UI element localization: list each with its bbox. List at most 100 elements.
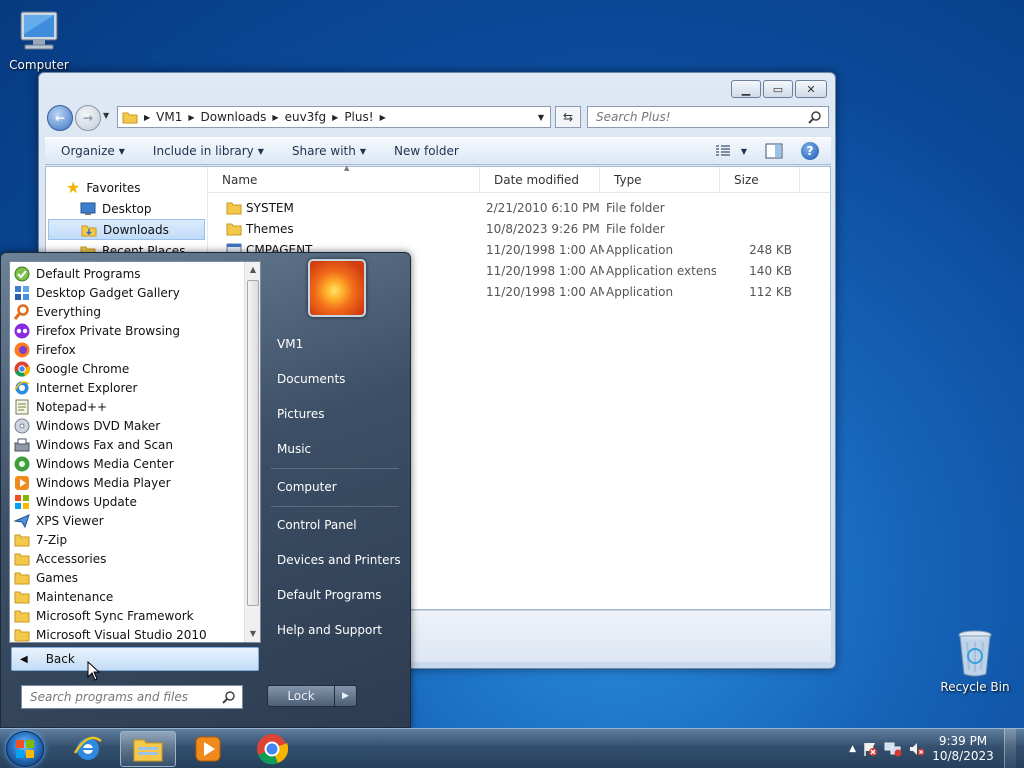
start-search-input[interactable]: Search programs and files: [21, 685, 243, 709]
column-size[interactable]: Size: [720, 167, 800, 193]
minimize-button[interactable]: ▁: [731, 80, 761, 98]
change-view-button[interactable]: ▼: [715, 145, 747, 157]
search-input[interactable]: Search Plus!: [587, 106, 829, 128]
program-item[interactable]: Games: [10, 568, 260, 587]
start-link-computer[interactable]: Computer: [267, 472, 401, 502]
back-button[interactable]: ◀ Back: [11, 647, 259, 671]
explorer-folder-icon: [133, 739, 163, 762]
desktop-icon-computer[interactable]: Computer: [4, 8, 74, 72]
scroll-down-icon[interactable]: ▼: [245, 626, 261, 642]
close-button[interactable]: ✕: [795, 80, 827, 98]
nav-desktop-label: Desktop: [102, 201, 152, 216]
start-link-documents[interactable]: Documents: [267, 364, 401, 394]
taskbar-internet-explorer[interactable]: [60, 731, 116, 767]
forward-button[interactable]: →: [75, 105, 101, 131]
program-label: Microsoft Sync Framework: [36, 608, 194, 623]
start-link-devices-printers[interactable]: Devices and Printers: [267, 545, 401, 575]
start-link-default-programs[interactable]: Default Programs: [267, 580, 401, 610]
program-item[interactable]: Microsoft Sync Framework: [10, 606, 260, 625]
recent-pages-dropdown[interactable]: ▼: [103, 111, 109, 120]
downloads-folder-icon: [81, 225, 97, 236]
program-item[interactable]: Internet Explorer: [10, 378, 260, 397]
scroll-up-icon[interactable]: ▲: [245, 262, 261, 278]
back-button[interactable]: ←: [47, 105, 73, 131]
column-type[interactable]: Type: [600, 167, 720, 193]
organize-button[interactable]: Organize ▼: [45, 144, 139, 158]
user-picture[interactable]: [308, 259, 366, 317]
media-player-icon: [195, 736, 221, 762]
action-center-flag-icon[interactable]: [862, 741, 878, 757]
program-item[interactable]: Firefox Private Browsing: [10, 321, 260, 340]
program-label: Internet Explorer: [36, 380, 138, 395]
show-desktop-button[interactable]: [1004, 729, 1016, 768]
program-item[interactable]: Windows Media Player: [10, 473, 260, 492]
restore-button[interactable]: ▭: [763, 80, 793, 98]
start-link-control-panel[interactable]: Control Panel: [267, 510, 401, 540]
network-icon[interactable]: [884, 741, 902, 757]
shutdown-options-button[interactable]: ▶: [335, 685, 357, 707]
taskbar-google-chrome[interactable]: [244, 731, 300, 767]
program-item[interactable]: Windows Update: [10, 492, 260, 511]
clock-time: 9:39 PM: [938, 734, 988, 748]
program-item[interactable]: Notepad++: [10, 397, 260, 416]
program-item[interactable]: Firefox: [10, 340, 260, 359]
dvd-icon: [14, 418, 30, 434]
computer-icon: [20, 11, 58, 50]
nav-desktop[interactable]: Desktop: [46, 198, 207, 219]
program-label: Firefox Private Browsing: [36, 323, 181, 338]
program-item[interactable]: Windows DVD Maker: [10, 416, 260, 435]
file-date: 10/8/2023 9:26 PM: [486, 222, 600, 236]
start-link-pictures[interactable]: Pictures: [267, 399, 401, 429]
preview-pane-button[interactable]: [765, 143, 783, 159]
start-link-music[interactable]: Music: [267, 434, 401, 464]
program-item[interactable]: Microsoft Visual Studio 2010: [10, 625, 260, 644]
include-in-library-button[interactable]: Include in library ▼: [139, 144, 278, 158]
program-item[interactable]: Default Programs: [10, 264, 260, 283]
program-item[interactable]: Windows Media Center: [10, 454, 260, 473]
help-button[interactable]: ?: [801, 142, 819, 160]
start-link-user[interactable]: VM1: [267, 329, 401, 359]
start-link-help-support[interactable]: Help and Support: [267, 615, 401, 645]
file-size: [720, 198, 792, 219]
ie-icon: [73, 736, 102, 760]
lock-button[interactable]: Lock: [267, 685, 335, 707]
program-item[interactable]: Accessories: [10, 549, 260, 568]
include-in-library-label: Include in library: [152, 144, 254, 158]
file-row[interactable]: SYSTEM 2/21/2010 6:10 PM File folder: [208, 198, 830, 219]
scroll-thumb[interactable]: [247, 280, 259, 606]
clock[interactable]: 9:39 PM 10/8/2023: [932, 734, 994, 764]
breadcrumb-euv3fg[interactable]: euv3fg: [279, 110, 333, 124]
file-row[interactable]: Themes 10/8/2023 9:26 PM File folder: [208, 219, 830, 240]
start-button[interactable]: [6, 731, 44, 767]
nav-favorites[interactable]: ★ Favorites: [46, 177, 207, 198]
program-item[interactable]: Windows Fax and Scan: [10, 435, 260, 454]
program-item[interactable]: Desktop Gadget Gallery: [10, 283, 260, 302]
nav-downloads[interactable]: Downloads: [48, 219, 205, 240]
taskbar-media-player[interactable]: [180, 731, 236, 767]
program-item[interactable]: Everything: [10, 302, 260, 321]
new-folder-button[interactable]: New folder: [380, 144, 473, 158]
folder-icon: [226, 202, 242, 215]
program-item[interactable]: Maintenance: [10, 587, 260, 606]
desktop-icon-recycle-bin[interactable]: Recycle Bin: [940, 628, 1010, 694]
star-icon: ★: [66, 178, 81, 197]
programs-scrollbar[interactable]: ▲ ▼: [244, 262, 260, 642]
media-center-icon: [14, 456, 30, 472]
search-icon: [808, 111, 821, 124]
program-item[interactable]: 7-Zip: [10, 530, 260, 549]
address-bar[interactable]: ▶ VM1 ▶ Downloads ▶ euv3fg ▶ Plus! ▶ ▼: [117, 106, 551, 128]
breadcrumb-vm1[interactable]: VM1: [150, 110, 188, 124]
column-date-modified[interactable]: Date modified: [480, 167, 600, 193]
share-with-button[interactable]: Share with ▼: [278, 144, 380, 158]
program-item[interactable]: XPS Viewer: [10, 511, 260, 530]
refresh-button[interactable]: ⇆: [555, 106, 581, 128]
show-hidden-icons-icon[interactable]: ▲: [849, 744, 856, 754]
address-dropdown-icon[interactable]: ▼: [538, 113, 544, 122]
file-date: 11/20/1998 1:00 AM: [486, 285, 604, 299]
program-item[interactable]: Google Chrome: [10, 359, 260, 378]
taskbar-windows-explorer[interactable]: [120, 731, 176, 767]
breadcrumb-plus[interactable]: Plus!: [338, 110, 379, 124]
volume-muted-icon[interactable]: [908, 741, 926, 757]
ie-icon: [14, 380, 30, 396]
breadcrumb-downloads[interactable]: Downloads: [195, 110, 273, 124]
